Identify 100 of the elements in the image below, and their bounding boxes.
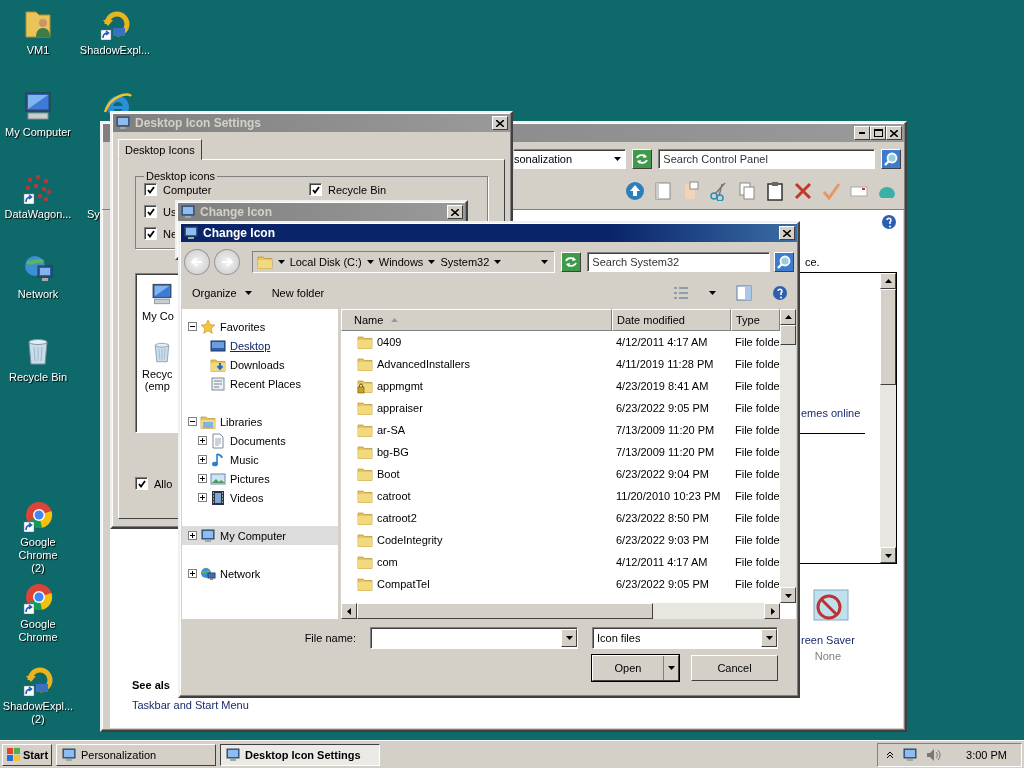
scroll-left-button[interactable] xyxy=(341,603,357,619)
nav-item[interactable]: Downloads xyxy=(182,355,338,374)
desktop-icon-label[interactable]: ShadowExpl... xyxy=(79,44,151,57)
file-name-cell[interactable]: com xyxy=(341,554,612,570)
desktop-icon-label[interactable]: Google Chrome xyxy=(0,618,76,644)
scrollbar[interactable] xyxy=(780,309,796,603)
column-header[interactable]: Date modified xyxy=(612,309,731,331)
scroll-up-button[interactable] xyxy=(780,309,796,325)
scroll-up-button[interactable] xyxy=(880,273,896,289)
dotted-sphere-icon xyxy=(22,172,54,204)
taskbar-button[interactable]: Personalization xyxy=(56,743,216,766)
desktop-icon-label[interactable]: VM1 xyxy=(26,44,50,57)
breadcrumb-bar[interactable]: Local Disk (C:) Windows System32 xyxy=(251,251,556,273)
scroll-thumb[interactable] xyxy=(357,603,653,619)
scroll-thumb[interactable] xyxy=(880,289,896,385)
desktop-icon-label[interactable]: DataWagon... xyxy=(4,208,72,221)
file-name-cell[interactable]: catroot xyxy=(341,488,612,504)
taskbar-button[interactable]: Desktop Icon Settings xyxy=(220,743,380,766)
search-field[interactable]: Search Control Panel xyxy=(658,149,875,169)
search-button[interactable] xyxy=(881,149,901,169)
start-button[interactable]: Start xyxy=(2,743,52,766)
checkbox[interactable] xyxy=(144,183,157,196)
file-name-cell[interactable]: 0409 xyxy=(341,334,612,350)
computer-icon xyxy=(22,90,54,122)
horizontal-scrollbar[interactable] xyxy=(341,603,780,619)
file-name-field[interactable] xyxy=(370,627,578,649)
command-button[interactable]: New folder xyxy=(271,287,325,299)
close-button[interactable] xyxy=(779,226,795,240)
see-also-link[interactable]: Taskbar and Start Menu xyxy=(132,699,249,711)
desktop-icon-label[interactable]: Sy xyxy=(87,208,100,221)
computer-icon xyxy=(115,115,131,131)
nav-item[interactable]: Documents xyxy=(182,431,338,450)
desktop-icon-label[interactable]: ShadowExpl... (2) xyxy=(2,700,74,726)
scroll-down-button[interactable] xyxy=(880,547,896,563)
themes-online-link[interactable]: emes online xyxy=(801,407,861,419)
column-header[interactable]: Type xyxy=(731,309,780,331)
nav-item[interactable]: Desktop xyxy=(182,336,338,355)
breadcrumb-item[interactable]: Local Disk (C:) xyxy=(277,256,362,268)
checkbox[interactable] xyxy=(144,227,157,240)
breadcrumb-item[interactable]: Windows xyxy=(366,256,424,268)
address-field[interactable]: sonalization xyxy=(514,149,627,169)
nav-item[interactable]: Recent Places xyxy=(182,374,338,393)
preview-pane-icon xyxy=(736,285,752,301)
type-cell-text: File folde xyxy=(734,468,780,480)
music-note-icon xyxy=(210,451,226,468)
back-button[interactable] xyxy=(184,249,210,275)
desktop-icon-label[interactable]: Network xyxy=(17,288,59,301)
refresh-button[interactable] xyxy=(632,149,653,169)
description-text: ce. xyxy=(805,256,820,268)
scrollbar[interactable] xyxy=(880,273,896,563)
breadcrumb-item[interactable]: System32 xyxy=(428,256,490,268)
tab[interactable]: Desktop Icons xyxy=(118,139,202,160)
refresh-button[interactable] xyxy=(561,252,582,272)
search-field[interactable]: Search System32 xyxy=(587,252,770,272)
file-name-cell[interactable]: CompatTel xyxy=(341,576,612,592)
dropdown-button[interactable] xyxy=(761,629,777,647)
nav-item[interactable]: Libraries xyxy=(182,412,338,431)
maximize-button[interactable] xyxy=(870,126,886,140)
dropdown-button[interactable] xyxy=(561,629,577,647)
minimize-button[interactable] xyxy=(854,126,870,140)
nav-item[interactable]: Music xyxy=(182,450,338,469)
file-name-cell[interactable]: ar-SA xyxy=(341,422,612,438)
caret-icon xyxy=(494,260,502,264)
cancel-button[interactable]: Cancel xyxy=(691,655,778,681)
file-type-dropdown[interactable]: Icon files xyxy=(592,627,778,649)
checkbox[interactable] xyxy=(135,477,148,490)
desktop-icon-label[interactable]: Recycle Bin xyxy=(8,371,68,384)
checkbox[interactable] xyxy=(309,183,322,196)
column-header[interactable]: Name xyxy=(341,309,612,331)
file-name-cell[interactable]: appmgmt xyxy=(341,378,612,394)
close-button[interactable] xyxy=(886,126,902,140)
open-button[interactable]: Open xyxy=(592,655,679,681)
file-name-cell[interactable]: appraiser xyxy=(341,400,612,416)
downloads-icon xyxy=(210,356,226,373)
dropdown-caret-icon xyxy=(541,260,549,264)
nav-item[interactable]: Videos xyxy=(182,488,338,507)
scroll-thumb[interactable] xyxy=(780,325,796,345)
file-name-cell[interactable]: bg-BG xyxy=(341,444,612,460)
desktop-icon-label[interactable]: Google Chrome (2) xyxy=(0,536,76,575)
date-cell-text: 4/12/2011 4:17 AM xyxy=(615,556,709,568)
file-name-cell[interactable]: CodeIntegrity xyxy=(341,532,612,548)
scroll-right-button[interactable] xyxy=(764,603,780,619)
folder-icon xyxy=(357,400,373,416)
view-list-icon xyxy=(673,286,689,300)
copy-icon xyxy=(737,181,757,201)
nav-item[interactable]: My Computer xyxy=(182,526,338,545)
close-button[interactable] xyxy=(447,205,463,219)
file-name-cell[interactable]: Boot xyxy=(341,466,612,482)
checkbox[interactable] xyxy=(144,205,157,218)
command-button[interactable]: Organize xyxy=(192,287,252,299)
nav-item[interactable]: Pictures xyxy=(182,469,338,488)
nav-item[interactable]: Network xyxy=(182,564,338,583)
close-button[interactable] xyxy=(492,116,508,130)
search-button[interactable] xyxy=(774,252,794,272)
nav-item[interactable]: Favorites xyxy=(182,317,338,336)
file-name-cell[interactable]: AdvancedInstallers xyxy=(341,356,612,372)
file-name-cell[interactable]: catroot2 xyxy=(341,510,612,526)
scroll-down-button[interactable] xyxy=(780,587,796,603)
forward-button[interactable] xyxy=(213,249,240,275)
desktop-icon-label[interactable]: My Computer xyxy=(5,126,71,139)
